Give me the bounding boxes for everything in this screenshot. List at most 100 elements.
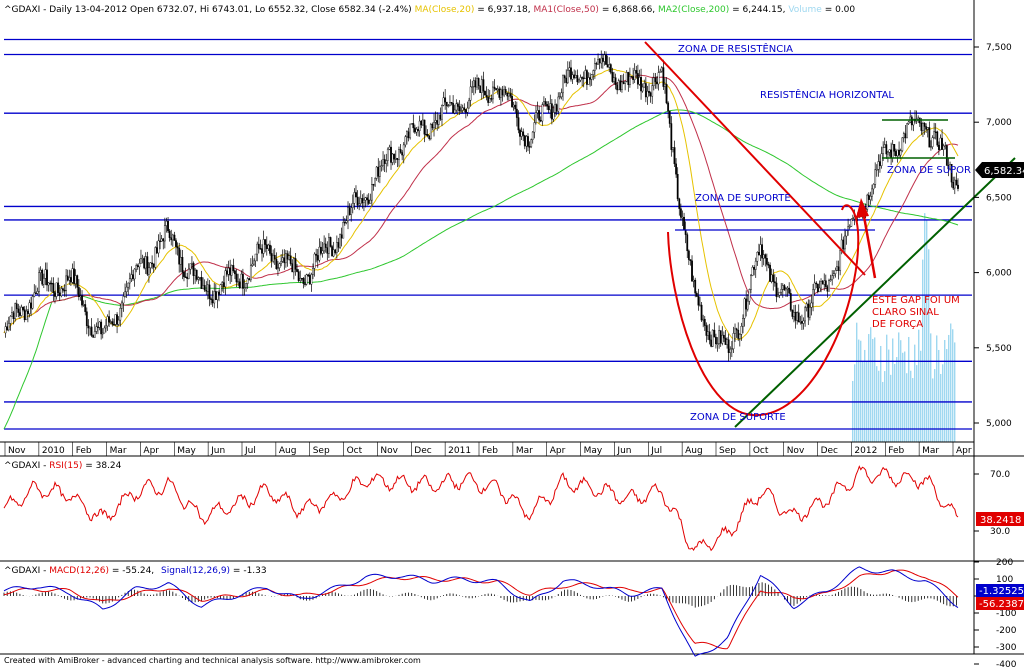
candle-body: [353, 192, 356, 204]
candle-body: [404, 136, 407, 146]
candle-body: [748, 289, 751, 302]
candle-body: [337, 242, 340, 248]
volume-bar: [924, 213, 926, 442]
candle-body: [659, 70, 662, 73]
candle-body: [710, 339, 713, 347]
candle-body: [934, 131, 937, 133]
candle-body: [797, 312, 800, 323]
candle-body: [304, 283, 306, 285]
candle-body: [826, 286, 829, 292]
candle-body: [85, 311, 88, 326]
candle-body: [687, 250, 690, 260]
candle-body: [520, 131, 523, 137]
volume-bar: [876, 366, 878, 442]
candle-body: [280, 261, 283, 264]
candle-body: [44, 269, 47, 279]
stock-chart[interactable]: ^GDAXI - Daily 13-04-2012 Open 6732.07, …: [0, 0, 1024, 667]
candle-body: [738, 334, 741, 339]
candle-body: [68, 277, 71, 281]
candle-body: [312, 268, 314, 275]
candle-body: [783, 285, 786, 291]
volume-bar: [954, 342, 956, 442]
candle-body: [589, 77, 591, 80]
candle-body: [500, 89, 502, 98]
candle-body: [374, 178, 376, 186]
candle-body: [369, 199, 372, 204]
candle-body: [165, 220, 168, 226]
candle-body: [922, 123, 924, 131]
macd-axis: 2001000-100-200-300-400: [974, 558, 1017, 667]
candle-body: [597, 58, 599, 65]
candle-body: [444, 97, 447, 103]
candle-body: [253, 260, 255, 265]
macd-header: ^GDAXI - MACD(12,26) = -55.24, Signal(12…: [4, 566, 267, 576]
candle-body: [683, 216, 685, 230]
candle-body: [299, 277, 302, 281]
candle-body: [724, 337, 727, 345]
price-pane[interactable]: ^GDAXI - Daily 13-04-2012 Open 6732.07, …: [0, 5, 1024, 456]
resistance-zone-label: ZONA DE RESISTÊNCIA: [678, 42, 793, 55]
candle-body: [562, 75, 564, 94]
last-price-value: 6,582.34: [984, 166, 1024, 177]
candle-body: [578, 79, 580, 83]
macd-pane[interactable]: ^GDAXI - MACD(12,26) = -55.24, Signal(12…: [3, 558, 1024, 667]
rsi-pane[interactable]: ^GDAXI - RSI(15) = 38.24 70.0 30.0 38.241…: [3, 461, 1024, 552]
candle-body: [275, 258, 278, 270]
candle-body: [117, 319, 120, 325]
candle-body: [786, 287, 789, 290]
candle-body: [39, 269, 42, 273]
candle-body: [69, 277, 72, 283]
macd-line: [3, 566, 959, 657]
candle-body: [371, 184, 373, 201]
candle-body: [676, 174, 679, 200]
candle-body: [807, 303, 810, 318]
candle-body: [689, 259, 692, 262]
macd-tick-label: -400: [996, 660, 1017, 667]
candle-body: [716, 343, 719, 345]
candle-body: [621, 81, 623, 90]
candle-body: [218, 291, 220, 295]
candle-body: [198, 276, 201, 279]
candle-body: [845, 230, 848, 237]
candle-body: [549, 103, 552, 111]
candle-body: [450, 102, 453, 104]
month-label: Aug: [685, 446, 703, 456]
volume-bar: [944, 339, 946, 442]
candle-body: [60, 288, 63, 297]
volume-bar: [946, 349, 948, 442]
candle-body: [657, 72, 660, 85]
candle-body: [560, 92, 563, 98]
candle-body: [563, 75, 566, 79]
candle-body: [135, 265, 138, 270]
candle-body: [31, 296, 34, 309]
candle-body: [767, 264, 770, 266]
macd-histogram: [3, 582, 957, 608]
candle-body: [79, 295, 82, 297]
candle-body: [187, 269, 190, 279]
candle-body: [490, 98, 493, 100]
candle-body: [361, 198, 364, 204]
candle-body: [108, 316, 111, 323]
candle-body: [504, 89, 507, 94]
candle-body: [390, 146, 392, 163]
candle-body: [788, 287, 791, 294]
candle-body: [420, 120, 423, 126]
candle-body: [202, 285, 204, 289]
candle-body: [678, 198, 681, 209]
candle-body: [920, 122, 923, 131]
candle-body: [700, 304, 703, 321]
candle-body: [708, 331, 711, 341]
volume-bar: [934, 369, 936, 442]
candle-body: [503, 89, 505, 96]
candle-body: [348, 207, 351, 215]
candle-body: [128, 278, 131, 284]
candle-body: [278, 263, 281, 269]
candle-body: [345, 220, 348, 223]
candle-body: [296, 269, 298, 272]
candle-body: [762, 254, 765, 259]
candle-body: [176, 246, 179, 249]
volume-bar: [898, 332, 900, 442]
candle-body: [315, 253, 318, 256]
candle-body: [173, 234, 176, 241]
candle-body: [697, 296, 700, 306]
